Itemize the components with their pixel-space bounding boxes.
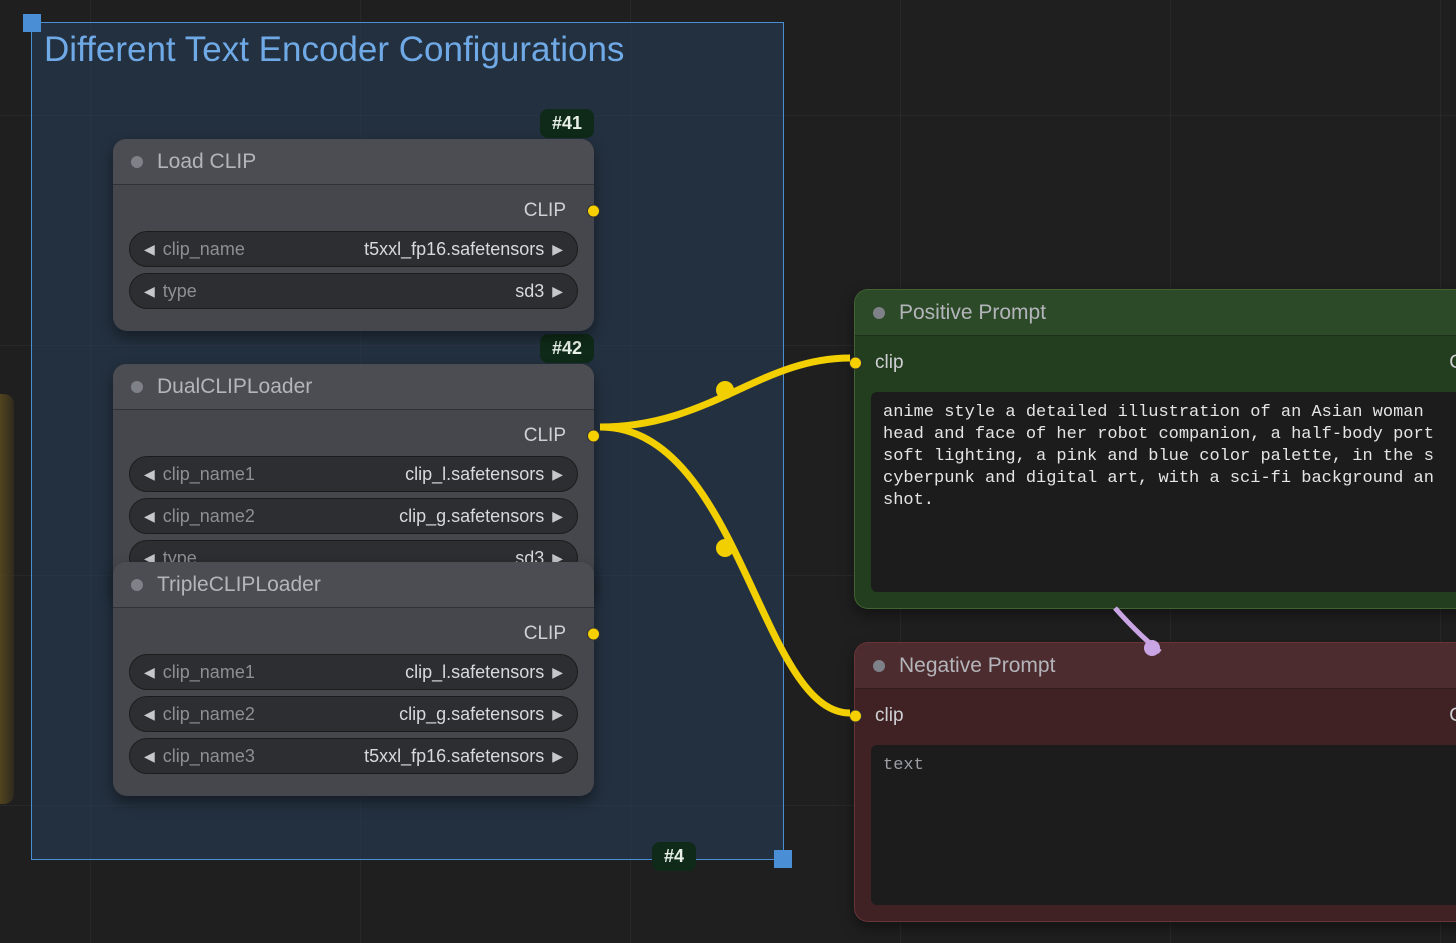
node-title: DualCLIPLoader — [157, 375, 312, 399]
chevron-left-icon[interactable]: ◀ — [144, 241, 155, 258]
node-collapse-icon[interactable] — [131, 156, 143, 168]
widget-label: clip_name — [163, 239, 245, 260]
widget-value: clip_g.safetensors — [399, 506, 544, 527]
group-title: Different Text Encoder Configurations — [44, 30, 624, 70]
widget-label: clip_name3 — [163, 746, 255, 767]
output-clip: CLIP — [129, 422, 578, 450]
widget-clip-name1[interactable]: ◀ clip_name1 clip_l.safetensors ▶ — [129, 654, 578, 690]
chevron-left-icon[interactable]: ◀ — [144, 283, 155, 300]
output-label-conditioning: C — [1449, 352, 1456, 374]
output-label-conditioning: C — [1449, 705, 1456, 727]
node-collapse-icon[interactable] — [131, 381, 143, 393]
chevron-left-icon[interactable]: ◀ — [144, 664, 155, 681]
widget-label: clip_name1 — [163, 464, 255, 485]
node-collapse-icon[interactable] — [873, 660, 885, 672]
widget-label: clip_name1 — [163, 662, 255, 683]
node-header[interactable]: Load CLIP — [113, 139, 594, 185]
widget-clip-name2[interactable]: ◀ clip_name2 clip_g.safetensors ▶ — [129, 696, 578, 732]
widget-value: t5xxl_fp16.safetensors — [364, 746, 544, 767]
input-label-clip: clip — [875, 352, 904, 374]
widget-value: clip_l.safetensors — [405, 464, 544, 485]
widget-clip-name2[interactable]: ◀ clip_name2 clip_g.safetensors ▶ — [129, 498, 578, 534]
chevron-right-icon[interactable]: ▶ — [552, 241, 563, 258]
widget-value: t5xxl_fp16.safetensors — [364, 239, 544, 260]
widget-value: clip_l.safetensors — [405, 662, 544, 683]
widget-label: clip_name2 — [163, 704, 255, 725]
output-port-clip[interactable] — [587, 430, 600, 443]
output-label: CLIP — [524, 425, 566, 447]
node-header[interactable]: TripleCLIPLoader — [113, 562, 594, 608]
prompt-textarea[interactable]: anime style a detailed illustration of a… — [871, 392, 1456, 592]
chevron-left-icon[interactable]: ◀ — [144, 748, 155, 765]
chevron-right-icon[interactable]: ▶ — [552, 664, 563, 681]
output-port-clip[interactable] — [587, 628, 600, 641]
output-label: CLIP — [524, 623, 566, 645]
widget-value: clip_g.safetensors — [399, 704, 544, 725]
widget-label: type — [163, 281, 197, 302]
io-row: clip C — [871, 701, 1456, 731]
chevron-right-icon[interactable]: ▶ — [552, 706, 563, 723]
node-id-badge-41: #41 — [540, 109, 594, 138]
node-load-clip[interactable]: Load CLIP CLIP ◀ clip_name t5xxl_fp16.saf… — [113, 139, 594, 331]
chevron-right-icon[interactable]: ▶ — [552, 283, 563, 300]
node-triple-clip-loader[interactable]: TripleCLIPLoader CLIP ◀ clip_name1 clip_l… — [113, 562, 594, 796]
widget-clip-name[interactable]: ◀ clip_name t5xxl_fp16.safetensors ▶ — [129, 231, 578, 267]
node-header[interactable]: DualCLIPLoader — [113, 364, 594, 410]
chevron-right-icon[interactable]: ▶ — [552, 466, 563, 483]
io-row: clip C — [871, 348, 1456, 378]
group-id-badge-4: #4 — [652, 842, 696, 871]
widget-value: sd3 — [515, 281, 544, 302]
prompt-textarea[interactable]: text — [871, 745, 1456, 905]
node-collapse-icon[interactable] — [873, 307, 885, 319]
widget-label: clip_name2 — [163, 506, 255, 527]
node-title: Negative Prompt — [899, 654, 1055, 678]
chevron-left-icon[interactable]: ◀ — [144, 508, 155, 525]
chevron-right-icon[interactable]: ▶ — [552, 748, 563, 765]
widget-clip-name1[interactable]: ◀ clip_name1 clip_l.safetensors ▶ — [129, 456, 578, 492]
widget-clip-name3[interactable]: ◀ clip_name3 t5xxl_fp16.safetensors ▶ — [129, 738, 578, 774]
chevron-left-icon[interactable]: ◀ — [144, 706, 155, 723]
node-title: Positive Prompt — [899, 301, 1046, 325]
input-port-clip[interactable] — [849, 710, 862, 723]
node-title: Load CLIP — [157, 150, 256, 174]
output-label: CLIP — [524, 200, 566, 222]
chevron-right-icon[interactable]: ▶ — [552, 508, 563, 525]
node-id-badge-42: #42 — [540, 334, 594, 363]
node-header[interactable]: Negative Prompt — [855, 643, 1456, 689]
input-port-clip[interactable] — [849, 357, 862, 370]
node-positive-prompt[interactable]: Positive Prompt clip C anime style a det… — [854, 289, 1456, 609]
output-port-clip[interactable] — [587, 205, 600, 218]
output-clip: CLIP — [129, 620, 578, 648]
output-clip: CLIP — [129, 197, 578, 225]
chevron-left-icon[interactable]: ◀ — [144, 466, 155, 483]
node-collapse-icon[interactable] — [131, 579, 143, 591]
node-header[interactable]: Positive Prompt — [855, 290, 1456, 336]
offscreen-node-sliver — [0, 394, 14, 804]
input-label-clip: clip — [875, 705, 904, 727]
widget-type[interactable]: ◀ type sd3 ▶ — [129, 273, 578, 309]
node-negative-prompt[interactable]: Negative Prompt clip C text — [854, 642, 1456, 922]
node-title: TripleCLIPLoader — [157, 573, 321, 597]
